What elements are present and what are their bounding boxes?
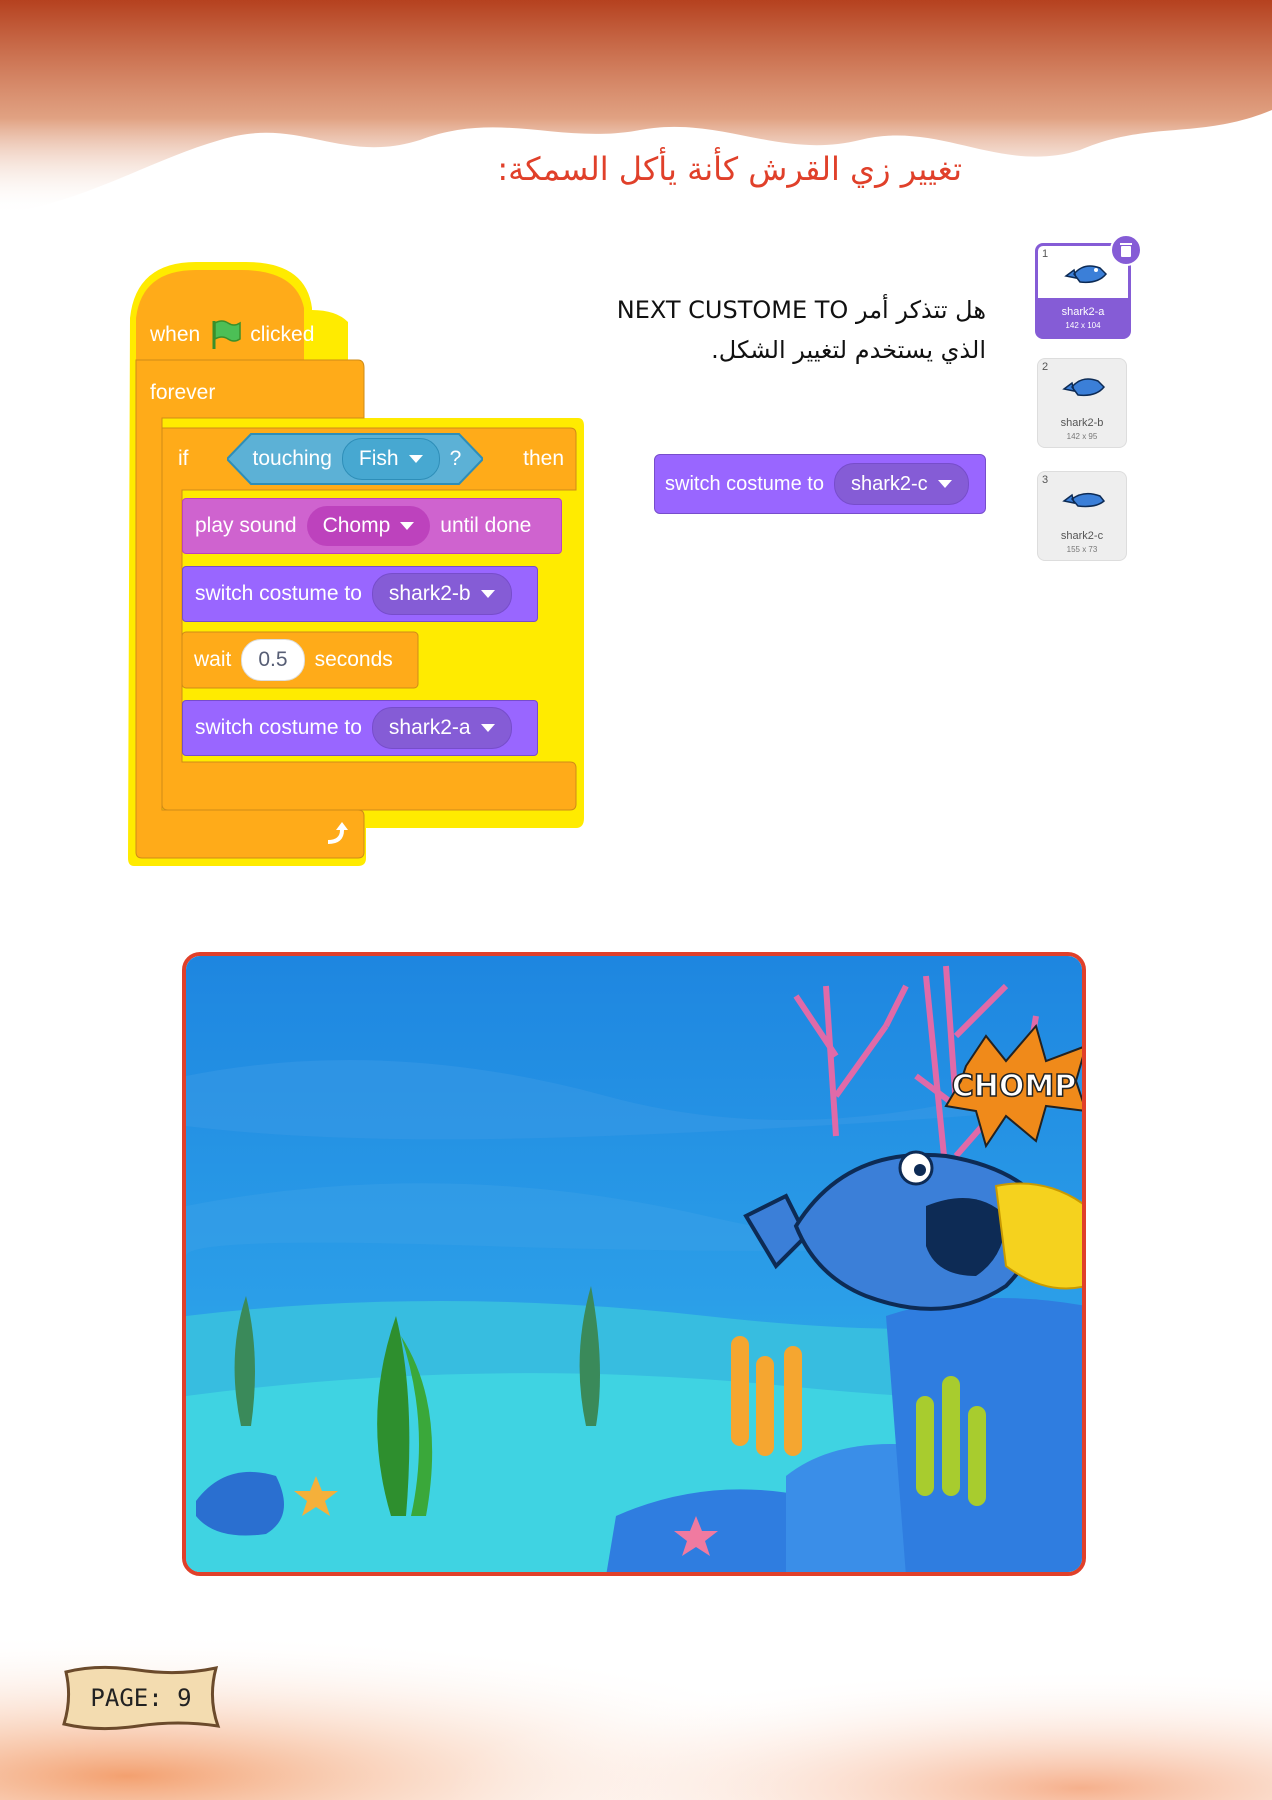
sound-value: Chomp: [322, 514, 391, 537]
costume-value: shark2-b: [388, 582, 471, 605]
chevron-down-icon: [480, 724, 495, 732]
forever-label: forever: [150, 381, 216, 404]
page-number: PAGE: 9: [90, 1684, 192, 1712]
if-then-block[interactable]: if touching Fish ? then: [170, 432, 570, 486]
costume-thumbnail[interactable]: 2 shark2-b 142 x 95: [1037, 358, 1127, 448]
costume-number: 1: [1042, 248, 1049, 260]
costume-dropdown[interactable]: shark2-a: [371, 707, 512, 749]
shark-icon: [1064, 265, 1108, 284]
sound-dropdown[interactable]: Chomp: [306, 506, 431, 546]
seconds-label: seconds: [314, 648, 393, 671]
question-text: هل تتذكر أمر NEXT CUSTOME TO الذي يستخدم…: [616, 296, 986, 364]
chevron-down-icon: [937, 480, 952, 488]
chomp-text: CHOMP: [952, 1069, 1076, 1104]
costume-name: shark2-b: [1060, 417, 1104, 429]
costume-thumbnail[interactable]: 3 shark2-c 155 x 73: [1037, 471, 1127, 561]
until-done-label: until done: [440, 514, 532, 537]
clicked-label: clicked: [250, 323, 315, 346]
costume-size: 155 x 73: [1066, 545, 1098, 554]
wait-block[interactable]: wait 0.5 seconds: [182, 632, 393, 688]
switch-costume-label: switch costume to: [195, 716, 362, 739]
chevron-down-icon: [400, 522, 415, 530]
costume-value: shark2-c: [850, 472, 928, 495]
switch-costume-label: switch costume to: [665, 472, 824, 495]
switch-costume-block[interactable]: switch costume to shark2-b: [182, 566, 538, 622]
green-flag-icon: [212, 320, 241, 349]
touching-target-value: Fish: [358, 447, 399, 470]
costume-dropdown[interactable]: shark2-b: [371, 573, 512, 615]
if-label: if: [178, 447, 189, 470]
costume-value: shark2-a: [388, 716, 471, 739]
costume-name: shark2-c: [1060, 530, 1104, 542]
wait-label: wait: [194, 648, 232, 671]
shark-icon: [1062, 378, 1106, 397]
scratch-script[interactable]: when clicked forever if touching Fish ? …: [126, 258, 586, 868]
shark-icon: [1062, 492, 1106, 508]
play-sound-block[interactable]: play sound Chomp until done: [182, 498, 562, 554]
costume-number: 3: [1042, 474, 1049, 486]
touching-sensing-block[interactable]: touching Fish ?: [226, 432, 483, 486]
costume-name: shark2-a: [1061, 306, 1105, 318]
wait-seconds-input[interactable]: 0.5: [241, 639, 305, 681]
forever-block[interactable]: forever: [150, 368, 215, 418]
switch-costume-block-standalone[interactable]: switch costume to shark2-c: [654, 454, 986, 514]
switch-costume-block[interactable]: switch costume to shark2-a: [182, 700, 538, 756]
when-label: when: [150, 323, 201, 346]
costume-dropdown[interactable]: shark2-c: [833, 463, 969, 505]
touching-label: touching: [252, 447, 332, 470]
loop-arrow-icon: [327, 822, 348, 844]
costume-size: 142 x 104: [1065, 321, 1101, 330]
trash-icon: [1120, 243, 1132, 257]
chevron-down-icon: [480, 590, 495, 598]
page-heading: تغيير زي القرش كأنة يأكل السمكة:: [497, 150, 962, 188]
chevron-down-icon: [408, 455, 423, 463]
costume-number: 2: [1042, 361, 1049, 373]
delete-costume-button[interactable]: [1110, 234, 1142, 266]
then-label: then: [523, 447, 564, 470]
switch-costume-label: switch costume to: [195, 582, 362, 605]
costume-thumbnail[interactable]: 1 shark2-a 142 x 104: [1035, 234, 1142, 339]
when-flag-clicked-block[interactable]: when clicked: [150, 310, 314, 360]
stage-illustration: CHOMP: [186, 956, 1082, 1572]
play-sound-label: play sound: [195, 514, 297, 537]
wait-value: 0.5: [258, 648, 288, 671]
touching-target-dropdown[interactable]: Fish: [341, 438, 440, 480]
page-scroll-label: PAGE: 9: [58, 1664, 224, 1732]
stage-underwater-scene: CHOMP: [182, 952, 1086, 1576]
question-mark: ?: [449, 447, 462, 470]
watercolor-header: [0, 0, 1272, 215]
costume-size: 142 x 95: [1066, 432, 1098, 441]
